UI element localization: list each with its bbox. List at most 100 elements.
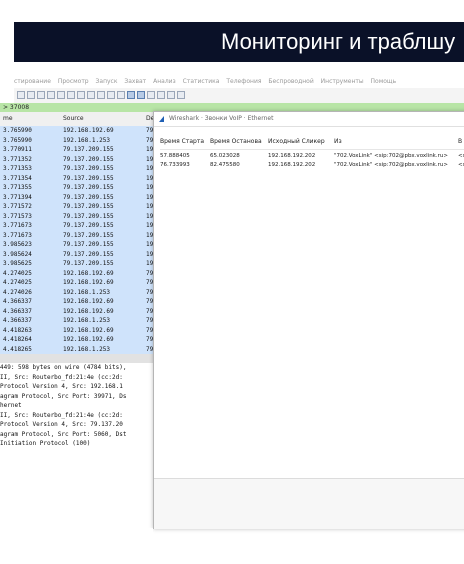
dialog-title-bar: Wireshark · Звонки VoIP · Ethernet	[154, 112, 464, 127]
packet-time-cell: 4.366337	[3, 307, 32, 315]
column-time[interactable]: me	[3, 112, 13, 126]
table-row[interactable]: 4.366337 192.168.192.69 79	[0, 307, 160, 317]
menu-item-statistics[interactable]: Статистика	[183, 78, 220, 85]
packet-time-cell: 4.366337	[3, 317, 32, 324]
call-from-cell: "702.VoxLink" <sip:702@pbx.voxlink.ru>	[334, 162, 448, 168]
detail-line[interactable]: Protocol Version 4, Src: 79.137.20	[0, 420, 160, 430]
packet-source-cell: 192.168.192.69	[63, 127, 114, 134]
detail-line[interactable]: 449: 598 bytes on wire (4784 bits),	[0, 363, 160, 373]
menu-item-telephony[interactable]: Телефония	[226, 78, 261, 85]
column-stop-time[interactable]: Время Останова	[210, 138, 262, 146]
close-file-icon[interactable]	[37, 91, 45, 99]
table-row[interactable]: 4.274026 192.168.1.253 79	[0, 288, 160, 298]
table-row[interactable]: 3.771354 79.137.209.155 19	[0, 174, 160, 184]
detail-line[interactable]: II, Src: Routerbo_fd:21:4e (cc:2d:	[0, 373, 160, 383]
column-initial-speaker[interactable]: Исходный Сликер	[268, 138, 325, 146]
detail-line[interactable]: hernet	[0, 401, 160, 411]
reload-icon[interactable]	[47, 91, 55, 99]
save-file-icon[interactable]	[27, 91, 35, 99]
packet-time-cell: 3.985623	[3, 241, 32, 248]
packet-list-header: me Source De	[0, 112, 160, 127]
voip-calls-dialog: Wireshark · Звонки VoIP · Ethernet Время…	[153, 111, 464, 529]
zoom-out-icon[interactable]	[157, 91, 165, 99]
table-row[interactable]: 4.366337 192.168.1.253 79	[0, 316, 160, 326]
menu-item-tools[interactable]: Инструменты	[321, 78, 364, 85]
packet-source-cell: 192.168.1.253	[63, 136, 110, 144]
table-row[interactable]: 4.274025 192.168.192.69 79	[0, 278, 160, 288]
packet-time-cell: 3.771573	[3, 212, 32, 220]
table-row[interactable]: 3.771573 79.137.209.155 19	[0, 212, 160, 222]
menu-item-view[interactable]: Просмотр	[58, 78, 89, 85]
column-start-time[interactable]: Время Старта	[160, 138, 204, 146]
column-source[interactable]: Source	[63, 112, 84, 126]
table-row[interactable]: 3.765990 192.168.1.253 79	[0, 136, 160, 146]
table-row[interactable]: 3.771353 79.137.209.155 19	[0, 164, 160, 174]
main-toolbar	[14, 88, 464, 104]
autoscroll-icon[interactable]	[117, 91, 125, 99]
packet-time-cell: 3.771353	[3, 165, 32, 172]
packet-time-cell: 4.418265	[3, 345, 32, 353]
menu-item-capture[interactable]: Захват	[124, 78, 146, 85]
packet-time-cell: 3.985625	[3, 260, 32, 267]
detail-line[interactable]: Protocol Version 4, Src: 192.168.1	[0, 382, 160, 392]
packet-source-cell: 192.168.192.69	[63, 298, 114, 305]
call-stop-cell: 65.023028	[210, 153, 240, 159]
table-row[interactable]: 3.985625 79.137.209.155 19	[0, 259, 160, 269]
calls-table-header: Время Старта Время Останова Исходный Сли…	[160, 138, 464, 146]
table-row[interactable]: 3.771572 79.137.209.155 19	[0, 202, 160, 212]
menu-item-analyze[interactable]: Анализ	[153, 78, 176, 85]
dialog-button-area	[154, 478, 464, 529]
packet-source-cell: 192.168.192.69	[63, 269, 114, 277]
table-row[interactable]: 3.771673 79.137.209.155 19	[0, 221, 160, 231]
list-view-icon[interactable]	[137, 91, 145, 99]
table-row[interactable]: 3.771355 79.137.209.155 19	[0, 183, 160, 193]
detail-line[interactable]: agram Protocol, Src Port: 5060, Dst	[0, 430, 160, 440]
table-row[interactable]: 3.770911 79.137.209.155 19	[0, 145, 160, 155]
table-row[interactable]: 3.985623 79.137.209.155 19	[0, 240, 160, 250]
menu-item-go[interactable]: Запуск	[96, 78, 118, 85]
column-from[interactable]: Из	[334, 138, 342, 146]
table-row[interactable]: 3.771352 79.137.209.155 19	[0, 155, 160, 165]
table-row[interactable]: 4.418264 192.168.192.69 79	[0, 335, 160, 345]
find-packet-icon[interactable]	[57, 91, 65, 99]
packet-source-cell: 79.137.209.155	[63, 212, 114, 220]
table-row[interactable]: 3.771394 79.137.209.155 19	[0, 193, 160, 203]
zoom-in-icon[interactable]	[147, 91, 155, 99]
table-row[interactable]: 4.418265 192.168.1.253 79	[0, 345, 160, 355]
packet-source-cell: 79.137.209.155	[63, 155, 114, 163]
colorize-icon[interactable]	[127, 91, 135, 99]
detail-line[interactable]: agram Protocol, Src Port: 39971, Ds	[0, 392, 160, 402]
table-row[interactable]: 4.418263 192.168.192.69 79	[0, 326, 160, 336]
go-forward-icon[interactable]	[77, 91, 85, 99]
column-to[interactable]: В	[458, 138, 462, 146]
go-back-icon[interactable]	[67, 91, 75, 99]
call-row[interactable]: 76.733993 82.475580 192.168.192.202 "702.Vo…	[160, 161, 464, 169]
last-packet-icon[interactable]	[107, 91, 115, 99]
pane-splitter[interactable]	[0, 354, 160, 363]
table-row[interactable]: 3.985624 79.137.209.155 19	[0, 250, 160, 260]
menu-item-wireless[interactable]: Беспроводной	[268, 78, 313, 85]
first-packet-icon[interactable]	[97, 91, 105, 99]
go-to-packet-icon[interactable]	[87, 91, 95, 99]
detail-line[interactable]: Initiation Protocol (100)	[0, 439, 160, 449]
packet-source-cell: 192.168.192.69	[63, 307, 114, 315]
call-from-cell: "702.VoxLink" <sip:702@pbx.voxlink.ru>	[334, 153, 448, 159]
table-row[interactable]: 3.765990 192.168.192.69 79	[0, 126, 160, 136]
resize-columns-icon[interactable]	[177, 91, 185, 99]
packet-source-cell: 192.168.192.69	[63, 336, 114, 343]
packet-source-cell: 79.137.209.155	[63, 174, 114, 182]
table-row[interactable]: 4.366337 192.168.192.69 79	[0, 297, 160, 307]
packet-time-cell: 3.771673	[3, 231, 32, 239]
open-file-icon[interactable]	[17, 91, 25, 99]
detail-line[interactable]: II, Src: Routerbo_fd:21:4e (cc:2d:	[0, 411, 160, 421]
call-to-cell: <s	[458, 162, 464, 168]
table-row[interactable]: 3.771673 79.137.209.155 19	[0, 231, 160, 241]
call-row[interactable]: 57.888405 65.023028 192.168.192.202 "702.Vo…	[160, 152, 464, 160]
menu-item-help[interactable]: Помощь	[371, 78, 397, 85]
display-filter-text: > 37008	[3, 104, 30, 111]
table-row[interactable]: 4.274025 192.168.192.69 79	[0, 269, 160, 279]
zoom-reset-icon[interactable]	[167, 91, 175, 99]
packet-details: 449: 598 bytes on wire (4784 bits), II, …	[0, 363, 160, 483]
packet-source-cell: 79.137.209.155	[63, 222, 114, 229]
menu-item-capture-file[interactable]: стирование	[14, 78, 51, 85]
